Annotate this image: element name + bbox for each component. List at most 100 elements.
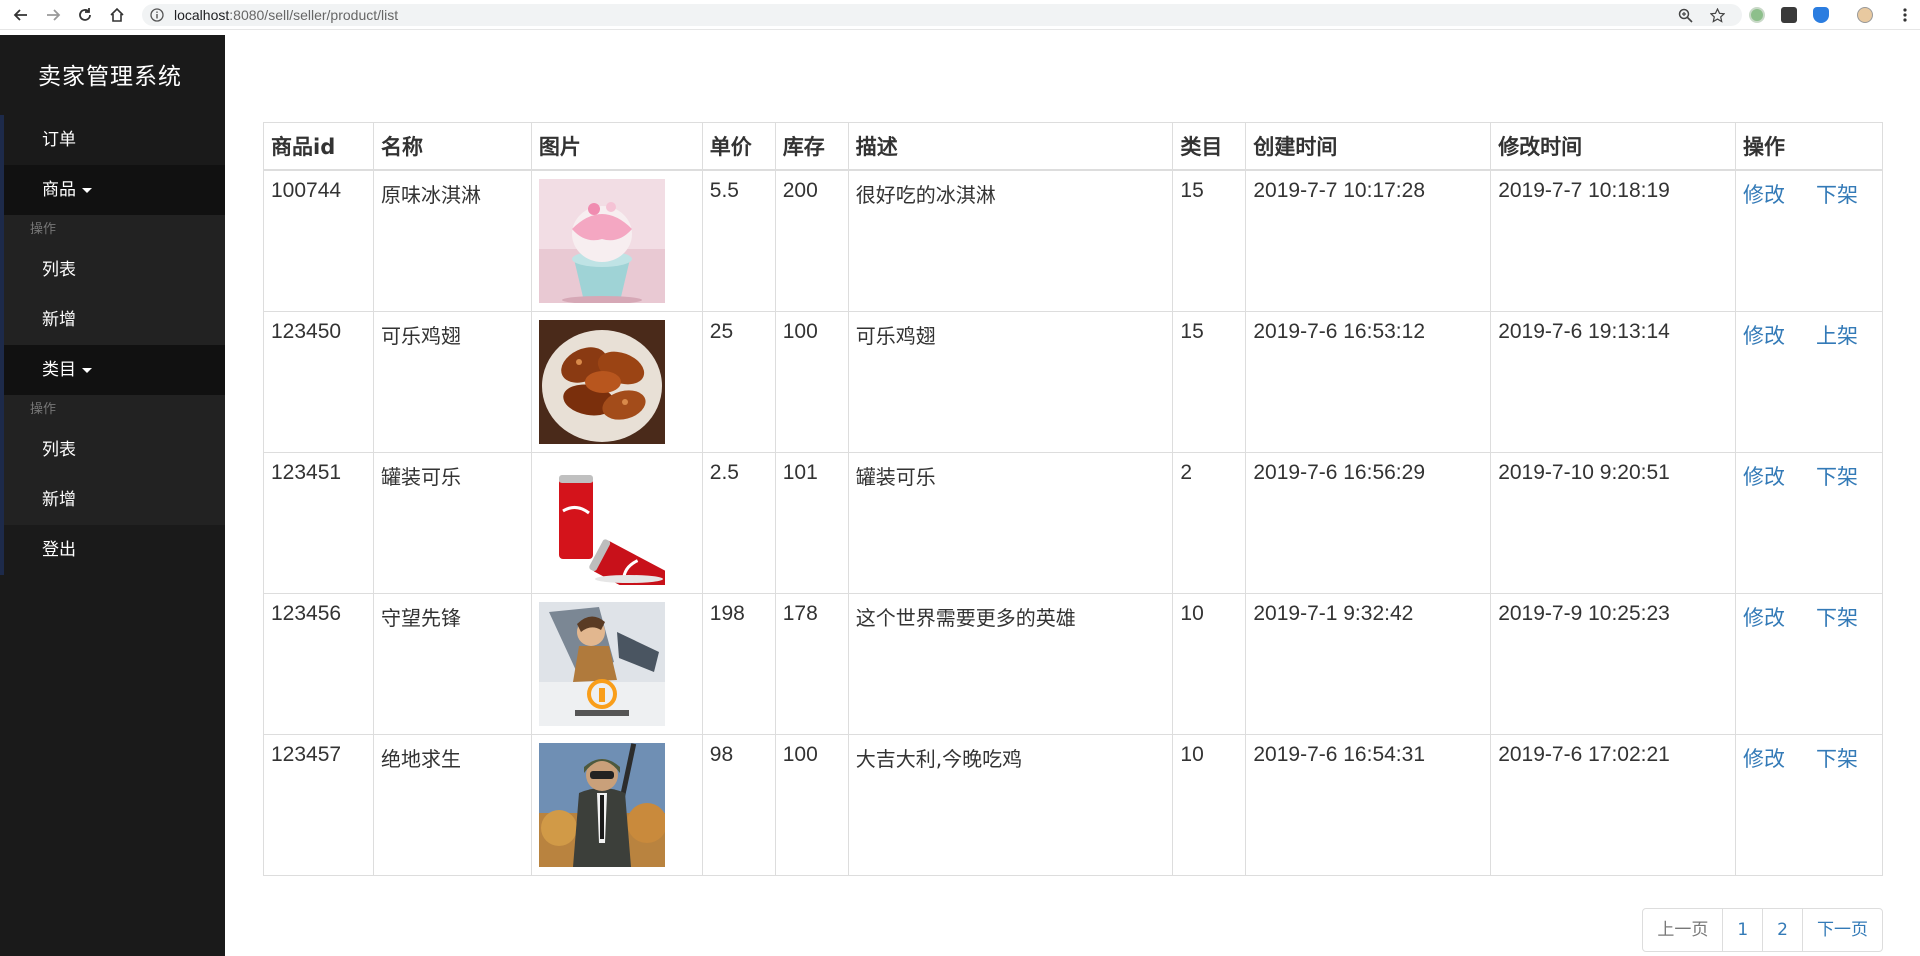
toggle-sale-link[interactable]: 下架 xyxy=(1816,743,1858,773)
table-row: 100744 原味冰淇淋 5.5 200 很好吃的冰淇淋 15 2019-7-7… xyxy=(263,169,1883,312)
column-header: 修改时间 xyxy=(1490,122,1737,171)
column-header: 名称 xyxy=(372,122,532,171)
product-name: 可乐鸡翅 xyxy=(372,311,532,453)
product-updated-time: 2019-7-7 10:18:19 xyxy=(1490,169,1737,312)
forward-icon[interactable] xyxy=(38,0,68,30)
sidebar-item-label: 新增 xyxy=(42,490,76,510)
product-created-time: 2019-7-6 16:56:29 xyxy=(1245,452,1492,594)
column-header: 描述 xyxy=(847,122,1174,171)
profile-avatar-icon[interactable] xyxy=(1857,7,1873,23)
product-price: 98 xyxy=(701,734,776,876)
product-stock: 101 xyxy=(774,452,849,594)
overwatch-image xyxy=(538,602,665,726)
product-actions: 修改 下架 xyxy=(1735,452,1883,594)
sidebar: 卖家管理系统 订单 商品 操作 列表 新增 类目 操作 列表 新增 登出 xyxy=(0,35,225,956)
sidebar-item-product-new[interactable]: 新增 xyxy=(0,295,225,345)
sidebar-item-categories[interactable]: 类目 xyxy=(0,345,225,395)
edit-link[interactable]: 修改 xyxy=(1743,320,1785,350)
prev-page-button[interactable]: 上一页 xyxy=(1642,908,1724,952)
product-stock: 100 xyxy=(774,734,849,876)
table-row: 123451 罐装可乐 2.5 101 罐装可乐 2 2019-7-6 16:5… xyxy=(263,452,1883,594)
column-header: 创建时间 xyxy=(1245,122,1492,171)
product-id: 123456 xyxy=(263,593,374,735)
product-created-time: 2019-7-6 16:53:12 xyxy=(1245,311,1492,453)
cola-cans-image xyxy=(538,461,665,585)
sidebar-item-product-list[interactable]: 列表 xyxy=(0,245,225,295)
column-header: 图片 xyxy=(530,122,703,171)
product-created-time: 2019-7-7 10:17:28 xyxy=(1245,169,1492,312)
ice-cream-image xyxy=(538,179,665,303)
product-updated-time: 2019-7-6 17:02:21 xyxy=(1490,734,1737,876)
column-header: 操作 xyxy=(1735,122,1883,171)
caret-down-icon xyxy=(82,367,92,373)
product-actions: 修改 下架 xyxy=(1735,169,1883,312)
sidebar-item-label: 列表 xyxy=(42,440,76,460)
product-image-cell xyxy=(530,452,703,594)
product-name: 守望先锋 xyxy=(372,593,532,735)
reload-icon[interactable] xyxy=(70,0,100,30)
actions-wrap: 修改 下架 xyxy=(1736,171,1882,309)
page-button-1[interactable]: 1 xyxy=(1722,908,1764,952)
home-icon[interactable] xyxy=(102,0,132,30)
table-row: 123456 守望先锋 198 178 这个世界需要更多的英雄 10 2019-… xyxy=(263,593,1883,735)
chicken-wings-image xyxy=(538,320,665,444)
table-row: 123457 绝地求生 98 100 大吉大利,今晚吃鸡 10 2019-7-6… xyxy=(263,734,1883,876)
product-category: 10 xyxy=(1172,734,1247,876)
sidebar-item-products[interactable]: 商品 xyxy=(0,165,225,215)
extension-shield-icon[interactable] xyxy=(1781,7,1797,23)
product-category: 2 xyxy=(1172,452,1247,594)
product-description: 这个世界需要更多的英雄 xyxy=(847,593,1174,735)
product-updated-time: 2019-7-6 19:13:14 xyxy=(1490,311,1737,453)
page-button-2[interactable]: 2 xyxy=(1762,908,1803,952)
edit-link[interactable]: 修改 xyxy=(1743,743,1785,773)
product-description: 罐装可乐 xyxy=(847,452,1174,594)
edit-link[interactable]: 修改 xyxy=(1743,602,1785,632)
sidebar-item-category-new[interactable]: 新增 xyxy=(0,475,225,525)
zoom-icon[interactable] xyxy=(1678,8,1693,23)
product-image-cell xyxy=(530,311,703,453)
actions-wrap: 修改 下架 xyxy=(1736,735,1882,873)
back-icon[interactable] xyxy=(6,0,36,30)
product-image-cell xyxy=(530,169,703,312)
toggle-sale-link[interactable]: 下架 xyxy=(1816,602,1858,632)
edit-link[interactable]: 修改 xyxy=(1743,179,1785,209)
product-category: 15 xyxy=(1172,169,1247,312)
sidebar-menu: 订单 商品 操作 列表 新增 类目 操作 列表 新增 登出 xyxy=(0,115,225,575)
column-header: 商品id xyxy=(263,122,374,171)
actions-wrap: 修改 下架 xyxy=(1736,594,1882,732)
sidebar-item-label: 新增 xyxy=(42,310,76,330)
actions-wrap: 修改 上架 xyxy=(1736,312,1882,450)
toggle-sale-link[interactable]: 下架 xyxy=(1816,179,1858,209)
product-image-cell xyxy=(530,593,703,735)
product-price: 25 xyxy=(701,311,776,453)
column-header: 类目 xyxy=(1172,122,1247,171)
extension-blue-icon[interactable] xyxy=(1813,7,1829,23)
product-id: 123457 xyxy=(263,734,374,876)
pubg-image xyxy=(538,743,665,867)
sidebar-item-label: 登出 xyxy=(42,540,76,560)
product-updated-time: 2019-7-10 9:20:51 xyxy=(1490,452,1737,594)
sidebar-item-logout[interactable]: 登出 xyxy=(0,525,225,575)
sidebar-item-label: 类目 xyxy=(42,360,76,380)
product-image-cell xyxy=(530,734,703,876)
toggle-sale-link[interactable]: 上架 xyxy=(1816,320,1858,350)
url-host: localhost xyxy=(174,7,230,23)
address-bar[interactable]: localhost:8080/sell/seller/product/list xyxy=(142,4,1742,26)
extension-green-icon[interactable] xyxy=(1749,7,1765,23)
sidebar-item-category-list[interactable]: 列表 xyxy=(0,425,225,475)
url-path: :8080/sell/seller/product/list xyxy=(229,7,399,23)
info-icon[interactable] xyxy=(150,8,164,22)
sidebar-item-orders[interactable]: 订单 xyxy=(0,115,225,165)
product-actions: 修改 下架 xyxy=(1735,593,1883,735)
product-name: 原味冰淇淋 xyxy=(372,169,532,312)
url-text: localhost:8080/sell/seller/product/list xyxy=(174,4,398,26)
edit-link[interactable]: 修改 xyxy=(1743,461,1785,491)
bookmark-star-icon[interactable] xyxy=(1710,8,1725,23)
product-category: 15 xyxy=(1172,311,1247,453)
toggle-sale-link[interactable]: 下架 xyxy=(1816,461,1858,491)
next-page-button[interactable]: 下一页 xyxy=(1802,908,1883,952)
brand-title[interactable]: 卖家管理系统 xyxy=(38,57,182,91)
kebab-menu-icon[interactable] xyxy=(1890,0,1920,30)
product-id: 100744 xyxy=(263,169,374,312)
submenu-header: 操作 xyxy=(0,215,225,245)
